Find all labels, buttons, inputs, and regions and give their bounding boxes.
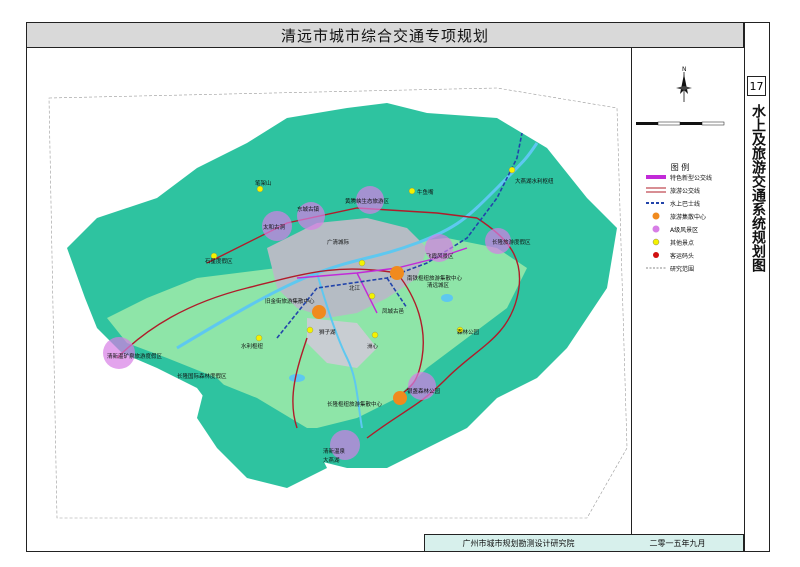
label-spot-4: 牛鱼嘴 xyxy=(417,188,434,196)
label-extra-1: 清新温泉 xyxy=(323,447,346,455)
label-spot-10: 洲心 xyxy=(367,343,379,350)
label-scenic-1: 太和古洞 xyxy=(263,223,286,231)
north-arrow-icon: N xyxy=(676,66,692,102)
label-spot-3: 黄腾峡生态旅游区 xyxy=(345,197,390,205)
legend-label: 水上巴士线 xyxy=(670,200,701,208)
label-extra-4: 广清城际 xyxy=(327,238,350,246)
label-extra-2: 大燕湖 xyxy=(323,456,340,464)
footer-bar: 广州市城市规划勘测设计研究院 二零一五年九月 xyxy=(424,534,744,552)
legend-label: 旅游公交线 xyxy=(670,187,701,195)
legend-item-spot: 其他景点 xyxy=(646,237,741,247)
label-hub-1: 南铁枢纽旅游集散中心 xyxy=(407,274,463,282)
label-spot-2: 东城古镇 xyxy=(297,205,320,213)
legend-label: 其他景点 xyxy=(670,239,695,247)
label-spot-7: 北江 xyxy=(349,284,361,292)
orange-circle-icon xyxy=(646,211,666,221)
sheet-number: 17 xyxy=(747,76,766,96)
svg-text:N: N xyxy=(682,66,687,73)
label-scenic-6: 森林公园 xyxy=(457,328,480,336)
map-title: 清远市城市综合交通专项规划 xyxy=(280,26,489,45)
label-hub-2: 旧金街旅游集散中心 xyxy=(265,297,315,305)
legend-item-hub: 旅游集散中心 xyxy=(646,211,741,221)
label-spot-5: 大燕湖水利枢纽 xyxy=(515,177,554,185)
magenta-line-icon xyxy=(646,172,666,182)
legend-item-water-bus: 水上巴士线 xyxy=(646,198,741,208)
sheet-side-strip xyxy=(744,22,770,552)
legend-label: 旅游集散中心 xyxy=(670,213,707,221)
legend-label: 特色新型公交线 xyxy=(670,174,713,182)
pink-circle-icon xyxy=(646,224,666,234)
legend-item-boundary: 研究范围 xyxy=(646,263,741,273)
label-spot-1: 笔架山 xyxy=(255,179,272,187)
label-scenic-4: 清新温矿泉旅游度假区 xyxy=(107,352,163,360)
label-scenic-7: 银盏森林公园 xyxy=(407,387,441,395)
map-title-bar: 清远市城市综合交通专项规划 xyxy=(26,22,744,48)
yellow-dot-icon xyxy=(646,237,666,247)
label-extra-3: 清远城区 xyxy=(427,281,450,289)
red-double-line-icon xyxy=(646,185,666,195)
dashed-boundary-icon xyxy=(646,263,666,273)
label-scenic-2: 飞霞风景区 xyxy=(426,253,454,260)
legend-item-special-bus: 特色新型公交线 xyxy=(646,172,741,182)
blue-dashed-line-icon xyxy=(646,198,666,208)
label-spot-6: 石星度假区 xyxy=(205,257,233,265)
map-area: 南铁枢纽旅游集散中心 旧金街旅游集散中心 长隆枢纽旅游集散中心 太和古洞 飞霞风… xyxy=(27,48,631,534)
label-scenic-3: 长隆旅游度假区 xyxy=(492,238,531,246)
red-dot-icon xyxy=(646,250,666,260)
sheet-title: 水上及旅游交通系统规划图 xyxy=(750,104,766,272)
legend-label: A级风景区 xyxy=(670,226,699,234)
label-spot-9: 水利枢纽 xyxy=(241,342,264,350)
legend-item-scenic: A级风景区 xyxy=(646,224,741,234)
legend-label: 客运码头 xyxy=(670,252,695,260)
footer-date: 二零一五年九月 xyxy=(649,538,706,548)
label-extra-5: 长隆国际森林度假区 xyxy=(177,372,227,380)
label-scenic-5: 狮子湖 xyxy=(319,328,336,336)
legend-label: 研究范围 xyxy=(670,265,695,273)
scale-bar xyxy=(636,121,725,126)
label-spot-8: 凤城古邑 xyxy=(382,307,405,315)
thematic-map: 南铁枢纽旅游集散中心 旧金街旅游集散中心 长隆枢纽旅游集散中心 太和古洞 飞霞风… xyxy=(27,48,631,534)
legend-item-tour-bus: 旅游公交线 xyxy=(646,185,741,195)
label-hub-3: 长隆枢纽旅游集散中心 xyxy=(327,400,383,408)
footer-institute: 广州市城市规划勘测设计研究院 xyxy=(462,538,575,548)
legend-item-pier: 客运码头 xyxy=(646,250,741,260)
